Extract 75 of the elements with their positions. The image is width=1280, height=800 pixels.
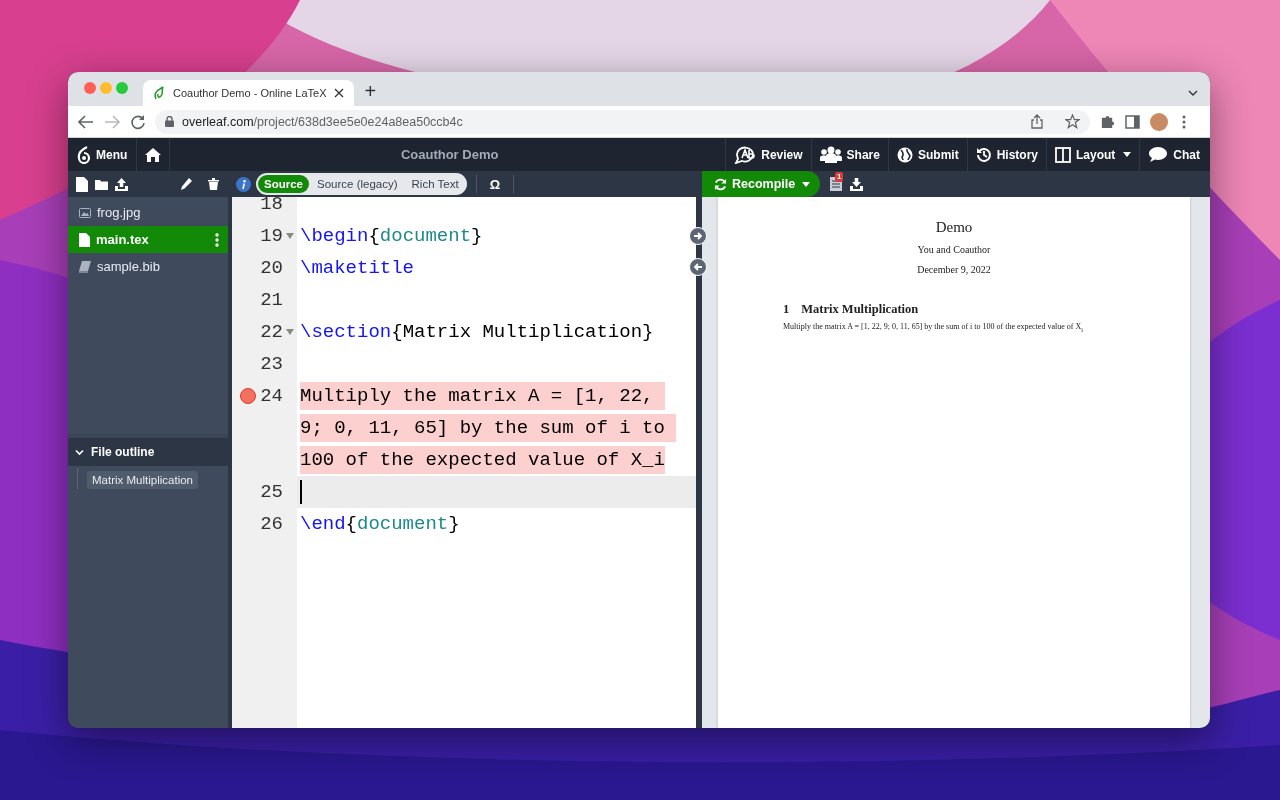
document-title: Demo [935,219,973,235]
chevron-down-icon[interactable] [75,447,84,457]
file-item[interactable]: main.tex [68,226,228,253]
code-line: \end{document} [300,512,461,537]
line-number: 20 [260,256,283,281]
line-number: 26 [260,512,283,537]
project-title: Coauthor Demo [400,147,499,162]
columns-icon[interactable] [1055,146,1071,163]
line-number: 24 [260,384,283,409]
browser-tab[interactable]: Coauthor Demo - Online LaTeX [143,80,355,106]
arrow-right-icon [693,231,703,241]
outline-item[interactable]: Matrix Multiplication [87,471,198,489]
refresh-icon [714,177,727,191]
line-number: 19 [260,224,283,249]
error-marker[interactable] [240,388,256,404]
address-text: overleaf.com/project/638d3ee5e0e24a8ea50ccb4c [182,114,464,129]
symbol-palette-button[interactable]: Ω [485,176,505,192]
code-line: \section{Matrix Multiplication} [300,320,655,345]
arrow-left-icon [693,262,703,272]
info-button[interactable] [236,176,251,192]
back-icon[interactable] [78,114,94,129]
fold-arrow-icon[interactable] [286,233,294,239]
new-tab-button[interactable]: + [364,78,377,104]
book-icon [79,260,91,273]
editor-mode-tab[interactable]: Source (legacy) [311,175,404,193]
fold-arrow-icon[interactable] [286,329,294,335]
section-number: 1 [783,302,790,316]
tab-title: Coauthor Demo - Online LaTeX [173,87,327,99]
leaf-icon [153,86,165,100]
recompile-button[interactable]: Recompile [702,171,820,197]
outline-header[interactable]: File outline [68,434,228,466]
file-item[interactable]: sample.bib [68,253,228,280]
line-number: 18 [260,197,283,217]
reload-icon[interactable] [130,113,146,130]
caret-icon[interactable] [802,181,810,187]
document-author: You and Coauthor [917,244,991,255]
share-icon[interactable] [1031,114,1043,129]
error-count-badge: 1 [835,172,844,182]
line-number: 22 [260,320,283,345]
download-icon[interactable] [850,177,863,191]
star-icon[interactable] [1065,114,1080,129]
image-icon [79,207,91,218]
more-options-icon[interactable] [1182,114,1186,129]
new-file-icon[interactable] [76,176,88,192]
section-heading: Matrix Multiplication [801,302,919,316]
address-bar[interactable]: overleaf.com/project/638d3ee5e0e24a8ea50ccb4c [155,109,1090,134]
line-number: 21 [260,288,283,313]
folder-icon[interactable] [95,178,108,190]
code-line: \maketitle [300,256,416,281]
more-options-icon[interactable] [215,232,219,247]
speech-bubble-icon[interactable] [1148,146,1169,163]
chevron-down-icon[interactable] [1188,90,1198,96]
info-icon [241,179,246,189]
puzzle-icon[interactable] [1100,114,1115,129]
upload-icon[interactable] [115,177,128,191]
logo-icon [77,145,91,164]
people-icon[interactable] [819,145,842,164]
line-number: 23 [260,352,283,377]
trash-icon[interactable] [208,178,219,190]
home-icon [145,147,161,162]
review-icon[interactable] [734,145,757,164]
editor-mode-tab[interactable]: Source [258,175,309,193]
paragraph: Multiply the matrix A = [1, 22, 9; 0, 11, 65] by the sum of i to 100 of the expected value of X$_{i}$ [783,322,1084,333]
line-number: 25 [260,480,283,505]
sidebar-icon[interactable] [1125,114,1140,129]
text-cursor [300,480,302,504]
document-date: December 9, 2022 [917,264,991,275]
editor-mode-tab[interactable]: Rich Text [405,175,465,193]
pencil-icon[interactable] [181,178,192,190]
document-icon [79,232,90,247]
file-item[interactable]: frog.jpg [68,199,228,226]
close-icon[interactable] [334,88,345,98]
code-line: \begin{document} [300,224,484,249]
lock-icon [165,116,174,127]
profile-avatar[interactable] [1150,112,1168,131]
